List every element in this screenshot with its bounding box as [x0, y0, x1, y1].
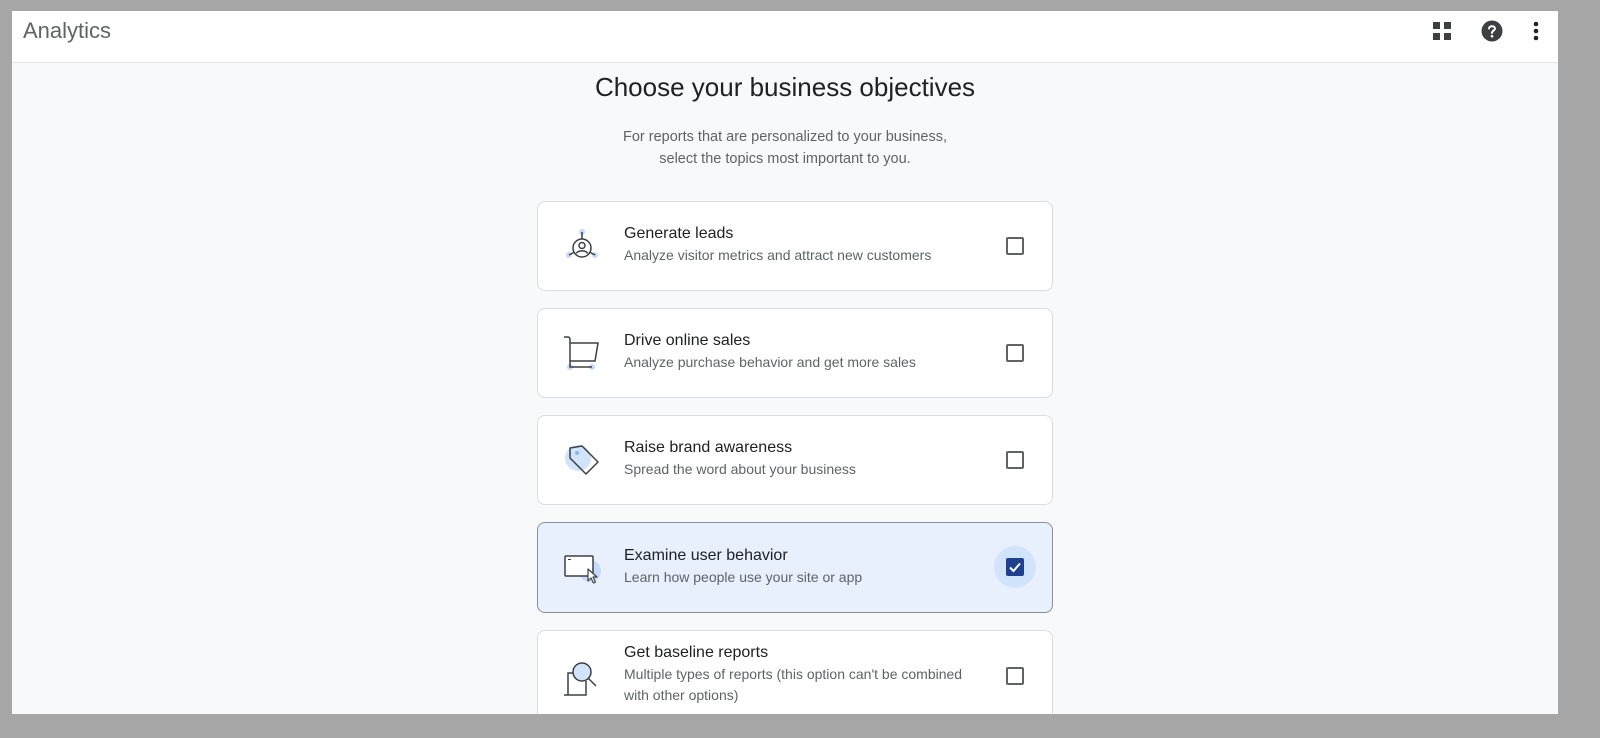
- objective-title: Examine user behavior: [624, 547, 788, 564]
- objective-card-examine-user-behavior[interactable]: Examine user behavior Learn how people u…: [537, 522, 1053, 613]
- page-subtitle: For reports that are personalized to you…: [12, 126, 1558, 170]
- objective-title: Drive online sales: [624, 332, 751, 349]
- objective-title: Raise brand awareness: [624, 439, 793, 456]
- objective-description: Analyze purchase behavior and get more s…: [624, 354, 916, 370]
- objective-checkbox[interactable]: [1006, 558, 1024, 576]
- window-cursor-icon: [560, 545, 604, 589]
- objective-card-raise-brand-awareness[interactable]: Raise brand awareness Spread the word ab…: [537, 415, 1053, 505]
- checkmark-icon: [1009, 562, 1021, 573]
- objective-description: Learn how people use your site or app: [624, 569, 863, 585]
- objective-checkbox[interactable]: [1006, 344, 1024, 362]
- objective-description: Spread the word about your business: [624, 461, 856, 477]
- objective-checkbox[interactable]: [1006, 667, 1024, 685]
- objective-title: Generate leads: [624, 225, 734, 242]
- more-vert-icon[interactable]: [1524, 19, 1548, 43]
- objective-card-drive-online-sales[interactable]: Drive online sales Analyze purchase beha…: [537, 308, 1053, 398]
- magnifier-report-icon: [560, 655, 604, 699]
- objective-card-get-baseline-reports[interactable]: Get baseline reports Multiple types of r…: [537, 630, 1053, 714]
- objective-description: Analyze visitor metrics and attract new …: [624, 247, 932, 263]
- objective-checkbox[interactable]: [1006, 451, 1024, 469]
- app-title: Analytics: [23, 18, 112, 43]
- objective-card-generate-leads[interactable]: Generate leads Analyze visitor metrics a…: [537, 201, 1053, 291]
- analytics-window: Analytics Choose your business objective…: [12, 11, 1558, 714]
- top-bar: Analytics: [12, 11, 1558, 63]
- subtitle-line-2: select the topics most important to you.: [659, 151, 911, 167]
- main-content: Choose your business objectives For repo…: [12, 64, 1558, 714]
- shopping-cart-icon: [560, 331, 604, 375]
- subtitle-line-1: For reports that are personalized to you…: [623, 129, 947, 145]
- objective-title: Get baseline reports: [624, 644, 769, 661]
- tag-icon: [560, 438, 604, 482]
- apps-grid-icon[interactable]: [1430, 19, 1454, 43]
- objective-description: Multiple types of reports (this option c…: [624, 666, 963, 703]
- objective-checkbox[interactable]: [1006, 237, 1024, 255]
- help-icon[interactable]: [1480, 19, 1504, 43]
- target-user-icon: [560, 224, 604, 268]
- page-title: Choose your business objectives: [594, 72, 976, 102]
